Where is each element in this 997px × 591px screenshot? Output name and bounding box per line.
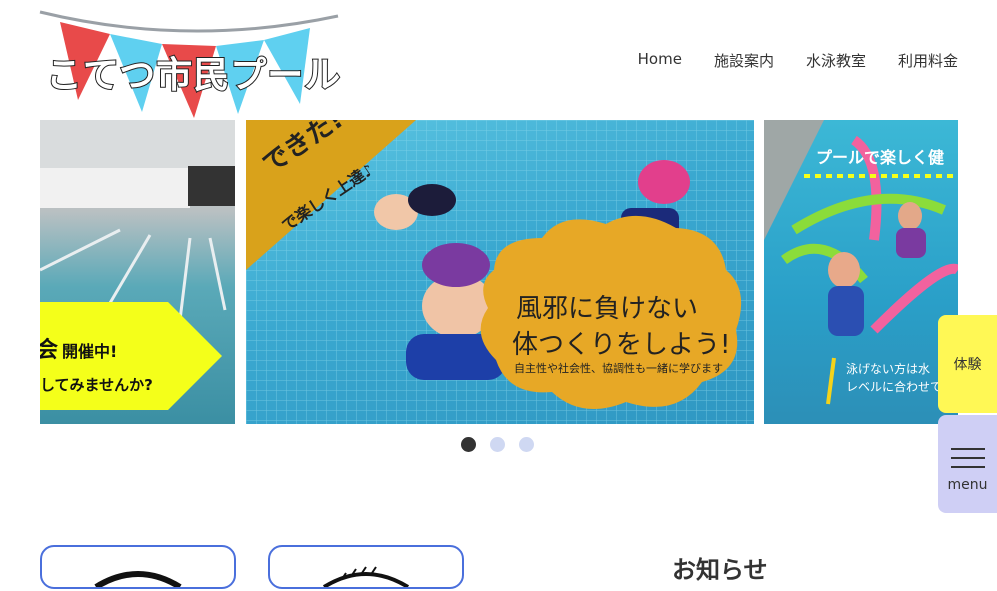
slide-left-mark: 会 <box>40 338 59 363</box>
trial-label: 体験 <box>953 357 982 373</box>
slide-left-line1: 開催中! <box>62 342 118 361</box>
hamburger-icon-line <box>951 466 985 468</box>
kids-swimming-image <box>246 120 754 424</box>
slider-dot-2[interactable] <box>490 437 505 452</box>
trial-button[interactable]: 体験 <box>938 315 997 413</box>
main-nav: Home 施設案内 水泳教室 利用料金 <box>638 50 958 71</box>
slide-center-bubble3: 自主性や社会性、協調性も一緒に学びます <box>514 362 723 375</box>
nav-home[interactable]: Home <box>638 50 682 71</box>
slide-left-line2: してみませんか? <box>40 376 153 394</box>
slider-dot-1[interactable] <box>461 437 476 452</box>
slide-current[interactable]: できた! で楽しく上達♪ 風邪に負けない 体つくりをしよう! 自主性や社会性、協… <box>246 120 754 424</box>
news-heading: お知らせ <box>672 556 768 584</box>
hamburger-icon-line <box>951 457 985 459</box>
logo-text: こてつ市民プール <box>45 54 342 97</box>
nav-facility[interactable]: 施設案内 <box>714 50 774 71</box>
site-logo[interactable]: こてつ市民プール <box>38 8 343 126</box>
nav-swim-class[interactable]: 水泳教室 <box>806 50 866 71</box>
feature-card-1[interactable] <box>40 545 236 590</box>
menu-button[interactable]: menu <box>938 415 997 513</box>
slider-dot-3[interactable] <box>519 437 534 452</box>
menu-label: menu <box>947 477 988 493</box>
slide-previous[interactable]: 会 開催中! してみませんか? <box>40 120 235 424</box>
card-2-icon <box>322 566 410 589</box>
slide-right-banner: プールで楽しく健 <box>816 148 945 167</box>
card-1-icon <box>94 571 182 590</box>
slide-right-note2: レベルに合わせて <box>846 380 943 394</box>
slider-pagination <box>461 437 534 452</box>
slide-right-note1: 泳げない方は水 <box>846 362 931 376</box>
hamburger-icon <box>951 448 985 450</box>
slide-center-bubble1: 風邪に負けない <box>516 294 699 324</box>
slide-center-bubble2: 体つくりをしよう! <box>512 330 731 360</box>
slide-next[interactable]: プールで楽しく健 泳げない方は水 レベルに合わせて <box>764 120 958 424</box>
nav-fees[interactable]: 利用料金 <box>898 50 958 71</box>
feature-card-2[interactable] <box>268 545 464 589</box>
